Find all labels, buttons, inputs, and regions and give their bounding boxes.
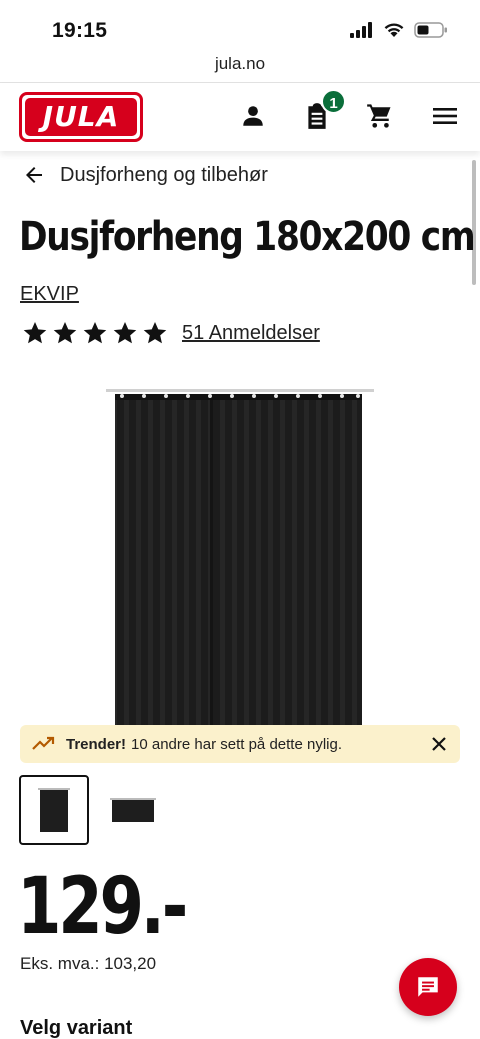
arrow-left-icon (26, 167, 42, 183)
chat-button[interactable] (399, 958, 457, 1016)
chat-bubble-icon (418, 977, 438, 997)
product-title: Dusjforheng 180x200 cm (19, 214, 476, 260)
status-bar: 19:15 (0, 0, 480, 52)
product-price: 129.- (17, 862, 188, 952)
cellular-signal-icon (350, 22, 372, 38)
user-icon (243, 106, 263, 126)
jula-logo[interactable]: JULA (19, 92, 143, 142)
product-main-image[interactable] (100, 384, 380, 744)
cart-button[interactable] (364, 100, 396, 132)
curtain-thumbnail (38, 788, 70, 832)
brand-link[interactable]: EKVIP (20, 283, 79, 306)
breadcrumb-label: Dusjforheng og tilbehør (60, 163, 268, 186)
close-icon[interactable] (430, 735, 448, 753)
logo-text: JULA (25, 98, 137, 136)
wifi-icon (384, 23, 404, 37)
shower-curtain-image (106, 389, 374, 744)
variant-heading: Velg variant (20, 1017, 133, 1039)
trending-text: 10 andre har sett på dette nylig. (131, 735, 342, 753)
account-button[interactable] (237, 100, 269, 132)
status-icons (350, 22, 448, 38)
star-icon (83, 321, 107, 344)
hamburger-menu-icon (433, 108, 457, 124)
browser-url[interactable]: jula.no (0, 54, 480, 74)
star-icon (23, 321, 47, 344)
status-time: 19:15 (52, 19, 108, 42)
product-rating[interactable]: 51 Anmeldelser (22, 320, 320, 346)
star-icon (113, 321, 137, 344)
breadcrumb[interactable]: Dusjforheng og tilbehør (22, 163, 268, 187)
reviews-link[interactable]: 51 Anmeldelser (182, 322, 320, 345)
thumbnail-2[interactable] (98, 775, 168, 845)
trending-banner: Trender! 10 andre har sett på dette nyli… (20, 725, 460, 763)
star-icon (53, 321, 77, 344)
thumbnail-1[interactable] (19, 775, 89, 845)
menu-button[interactable] (429, 100, 461, 132)
price-ex-vat: Eks. mva.: 103,20 (20, 954, 157, 973)
curtain-thumbnail-wide (110, 798, 156, 822)
star-icon (143, 321, 167, 344)
shopping-cart-icon (367, 104, 391, 128)
list-count-badge: 1 (321, 89, 346, 114)
battery-icon (414, 22, 447, 38)
trending-up-icon (32, 736, 55, 750)
site-header: JULA (0, 83, 480, 151)
trending-strong-text: Trender! (66, 735, 127, 753)
